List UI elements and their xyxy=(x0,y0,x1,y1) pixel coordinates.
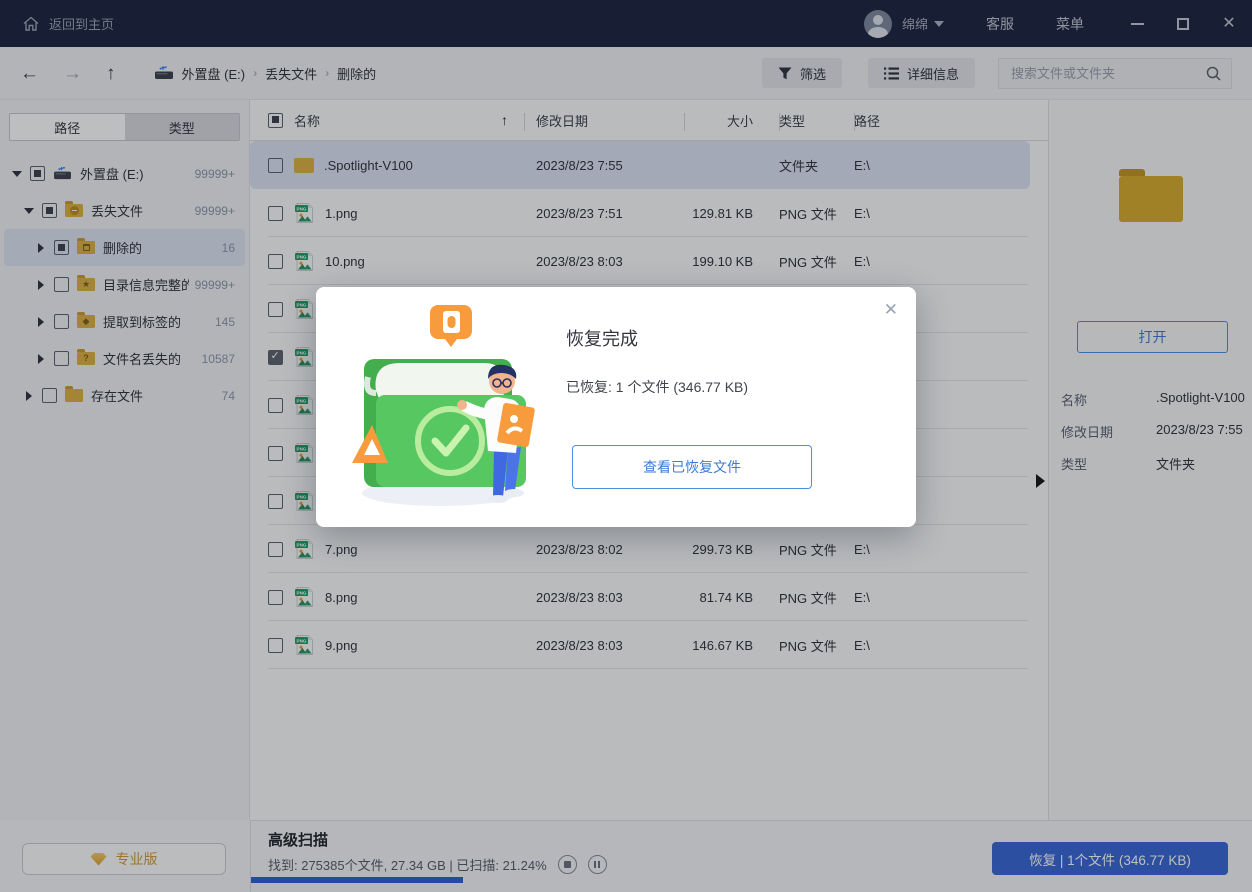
recovery-complete-dialog: ✕ 恢复完成 已恢复: 1 个文件 (346.77 KB) 查看已恢复文件 xyxy=(316,287,916,527)
dialog-title: 恢复完成 xyxy=(566,329,638,349)
recovery-illustration xyxy=(352,305,535,506)
view-recovered-files-button[interactable]: 查看已恢复文件 xyxy=(572,445,812,489)
dialog-message: 已恢复: 1 个文件 (346.77 KB) xyxy=(566,379,749,395)
dialog-close-icon[interactable]: ✕ xyxy=(884,301,898,318)
